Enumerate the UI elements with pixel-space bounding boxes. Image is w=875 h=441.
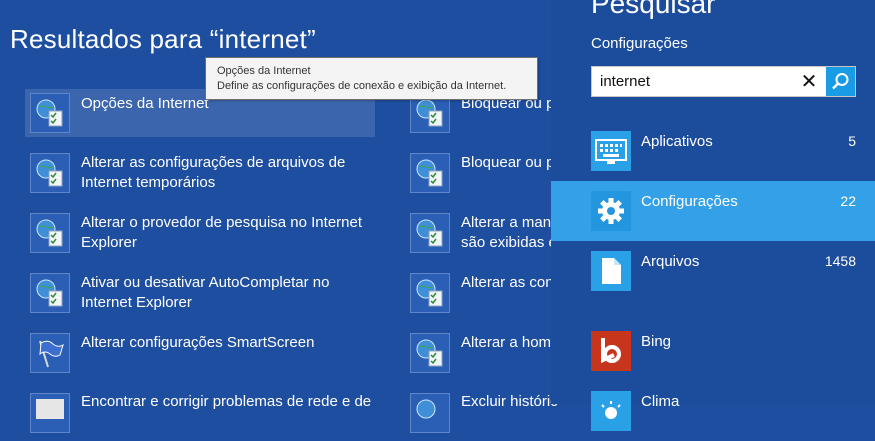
internet-options-icon: [410, 273, 450, 313]
scope-name: Bing: [641, 333, 672, 350]
internet-options-icon: [30, 93, 70, 133]
scope-name: Clima: [641, 393, 680, 410]
result-label: Alterar as con: [461, 274, 554, 291]
gear-icon: [591, 191, 631, 231]
search-button[interactable]: [826, 67, 855, 96]
tooltip-title: Opções da Internet: [217, 65, 311, 77]
tooltip-description: Define as configurações de conexão e exi…: [217, 80, 507, 92]
scope-weather[interactable]: Clima: [551, 381, 875, 441]
scope-name: Arquivos: [641, 253, 700, 270]
search-input[interactable]: [600, 71, 790, 91]
smartscreen-flag-icon: [30, 333, 70, 373]
internet-options-icon: [410, 333, 450, 373]
result-label: Alterar as configurações de arquivos de …: [81, 154, 346, 191]
search-icon: [832, 73, 849, 90]
troubleshoot-icon: [30, 393, 70, 433]
internet-options-icon: [410, 213, 450, 253]
result-label: Alterar a hom: [461, 334, 552, 351]
results-title: Resultados para “internet”: [10, 24, 316, 54]
scope-name: Configurações: [641, 193, 738, 210]
scope-count: 22: [840, 193, 856, 209]
search-scope-label: Configurações: [591, 35, 688, 52]
file-icon: [591, 251, 631, 291]
weather-icon: [591, 391, 631, 431]
result-label: Alterar a mane são exibidas e: [461, 214, 560, 251]
result-label: Ativar ou desativar AutoCompletar no Int…: [81, 274, 330, 311]
scope-apps[interactable]: Aplicativos 5: [551, 121, 875, 181]
scope-name: Aplicativos: [641, 133, 713, 150]
internet-options-icon: [30, 153, 70, 193]
internet-options-icon: [410, 393, 450, 433]
tooltip: Opções da Internet Define as configuraçõ…: [205, 57, 538, 100]
search-pane: Pesquisar Configurações ✕ Aplicativos 5 …: [551, 0, 875, 431]
internet-options-icon: [30, 213, 70, 253]
result-label: Bloquear ou p: [461, 154, 555, 171]
bing-icon: [591, 331, 631, 371]
apps-keyboard-icon: [591, 131, 631, 171]
scope-bing[interactable]: Bing: [551, 321, 875, 381]
scope-settings[interactable]: Configurações 22: [551, 181, 875, 241]
result-label: Alterar configurações SmartScreen: [81, 334, 315, 351]
internet-options-icon: [30, 273, 70, 313]
clear-search-button[interactable]: ✕: [797, 70, 821, 94]
result-label: Encontrar e corrigir problemas de rede e…: [81, 393, 372, 410]
result-label: Alterar o provedor de pesquisa no Intern…: [81, 214, 363, 251]
search-pane-title: Pesquisar: [591, 0, 716, 19]
result-label: Opções da Internet: [81, 95, 209, 112]
scope-count: 1458: [824, 253, 856, 269]
result-label: Excluir históric: [461, 393, 558, 410]
scope-files[interactable]: Arquivos 1458: [551, 241, 875, 301]
internet-options-icon: [410, 153, 450, 193]
scope-count: 5: [848, 133, 856, 149]
search-box: ✕: [591, 66, 856, 97]
